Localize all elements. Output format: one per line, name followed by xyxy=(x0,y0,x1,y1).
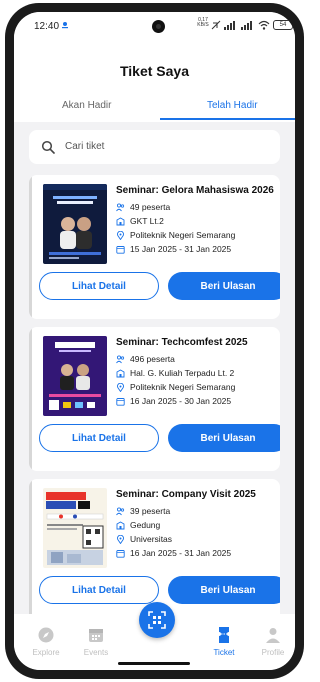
view-detail-button[interactable]: Lihat Detail xyxy=(39,272,159,300)
search-placeholder: Cari tiket xyxy=(65,141,105,152)
signal-icon-2 xyxy=(241,20,252,30)
network-speed: 0,17 KB/S xyxy=(197,17,209,28)
building-icon xyxy=(116,216,125,225)
search-input[interactable]: Cari tiket xyxy=(29,130,280,164)
ticket-icon xyxy=(219,627,229,643)
give-review-button[interactable]: Beri Ulasan xyxy=(168,424,280,452)
people-icon xyxy=(116,506,125,515)
event-title: Seminar: Gelora Mahasiswa 2026 xyxy=(116,185,274,196)
room-row: Gedung xyxy=(116,518,276,532)
event-title: Seminar: Techcomfest 2025 xyxy=(116,337,248,348)
event-title: Seminar: Company Visit 2025 xyxy=(116,489,256,500)
nav-item-profile[interactable]: Profile xyxy=(249,626,295,657)
notification-icon xyxy=(62,22,68,29)
view-detail-button[interactable]: Lihat Detail xyxy=(39,424,159,452)
participants-count: 39 peserta xyxy=(130,506,171,516)
venue-text: Politeknik Negeri Semarang xyxy=(130,230,236,240)
people-icon xyxy=(116,202,125,211)
calendar-icon xyxy=(89,629,103,642)
room-text: Gedung xyxy=(130,520,161,530)
date-text: 16 Jan 2025 - 31 Jan 2025 xyxy=(130,548,232,558)
nav-item-explore[interactable]: Explore xyxy=(22,626,70,657)
participants-row: 496 peserta xyxy=(116,352,276,366)
room-row: GKT Lt.2 xyxy=(116,214,276,228)
battery-indicator: 54 xyxy=(273,20,293,30)
date-row: 16 Jan 2025 - 31 Jan 2025 xyxy=(116,546,276,560)
qr-scan-icon xyxy=(148,611,166,629)
give-review-button[interactable]: Beri Ulasan xyxy=(168,576,280,604)
give-review-button[interactable]: Beri Ulasan xyxy=(168,272,280,300)
room-row: Hal. G. Kuliah Terpadu Lt. 2 xyxy=(116,366,276,380)
calendar-icon xyxy=(116,397,125,406)
status-icons: 54 xyxy=(211,20,293,30)
venue-text: Universitas xyxy=(130,534,173,544)
room-text: GKT Lt.2 xyxy=(130,216,164,226)
people-icon xyxy=(116,354,125,363)
front-camera xyxy=(152,20,165,33)
compass-icon xyxy=(38,627,54,643)
page-title: Tiket Saya xyxy=(119,63,189,79)
date-row: 15 Jan 2025 - 31 Jan 2025 xyxy=(116,242,276,256)
participants-row: 39 peserta xyxy=(116,504,276,518)
ticket-info: Seminar: Company Visit 2025 39 peserta G… xyxy=(116,489,276,560)
location-pin-icon xyxy=(117,230,124,240)
location-pin-icon xyxy=(117,534,124,544)
page-header: Tiket Saya Akan Hadir Telah Hadir xyxy=(14,38,295,122)
status-time: 12:40 xyxy=(34,21,60,32)
calendar-icon xyxy=(116,549,125,558)
participants-count: 496 peserta xyxy=(130,354,175,364)
ticket-info: Seminar: Techcomfest 2025 496 peserta Ha… xyxy=(116,337,276,408)
date-row: 16 Jan 2025 - 30 Jan 2025 xyxy=(116,394,276,408)
ticket-card: Seminar: Techcomfest 2025 496 peserta Ha… xyxy=(29,327,280,471)
status-bar: 12:40 0,17 KB/S 54 xyxy=(14,12,295,38)
nav-label-explore: Explore xyxy=(32,648,60,657)
event-poster xyxy=(43,336,107,416)
nav-label-profile: Profile xyxy=(261,648,285,657)
nav-label-events: Events xyxy=(83,648,109,657)
venue-text: Politeknik Negeri Semarang xyxy=(130,382,236,392)
location-pin-icon xyxy=(117,382,124,392)
venue-row: Universitas xyxy=(116,532,276,546)
building-icon xyxy=(116,368,125,377)
active-tab-indicator xyxy=(160,118,295,120)
view-detail-button[interactable]: Lihat Detail xyxy=(39,576,159,604)
scan-qr-button[interactable] xyxy=(139,602,175,638)
ticket-info: Seminar: Gelora Mahasiswa 2026 49 pesert… xyxy=(116,185,276,256)
phone-frame: 12:40 0,17 KB/S 54 Tiket Saya Akan Hadir… xyxy=(5,3,304,679)
tab-akan-hadir[interactable]: Akan Hadir xyxy=(62,100,111,111)
date-text: 16 Jan 2025 - 30 Jan 2025 xyxy=(130,396,232,406)
app-screen: 12:40 0,17 KB/S 54 Tiket Saya Akan Hadir… xyxy=(14,12,295,670)
date-text: 15 Jan 2025 - 31 Jan 2025 xyxy=(130,244,232,254)
search-icon xyxy=(41,140,55,154)
participants-count: 49 peserta xyxy=(130,202,171,212)
participants-row: 49 peserta xyxy=(116,200,276,214)
nav-item-events[interactable]: Events xyxy=(72,626,120,657)
person-icon xyxy=(266,628,280,643)
ticket-card: Seminar: Gelora Mahasiswa 2026 49 pesert… xyxy=(29,175,280,319)
mute-icon xyxy=(211,20,221,30)
nav-label-ticket: Ticket xyxy=(213,648,235,657)
signal-icon xyxy=(224,20,235,30)
calendar-icon xyxy=(116,245,125,254)
event-poster xyxy=(43,184,107,264)
tab-telah-hadir[interactable]: Telah Hadir xyxy=(207,100,258,111)
venue-row: Politeknik Negeri Semarang xyxy=(116,380,276,394)
nav-item-ticket[interactable]: Ticket xyxy=(200,626,248,657)
wifi-icon xyxy=(258,20,270,30)
home-indicator xyxy=(118,662,190,665)
building-icon xyxy=(116,520,125,529)
room-text: Hal. G. Kuliah Terpadu Lt. 2 xyxy=(130,368,235,378)
venue-row: Politeknik Negeri Semarang xyxy=(116,228,276,242)
event-poster xyxy=(43,488,107,568)
